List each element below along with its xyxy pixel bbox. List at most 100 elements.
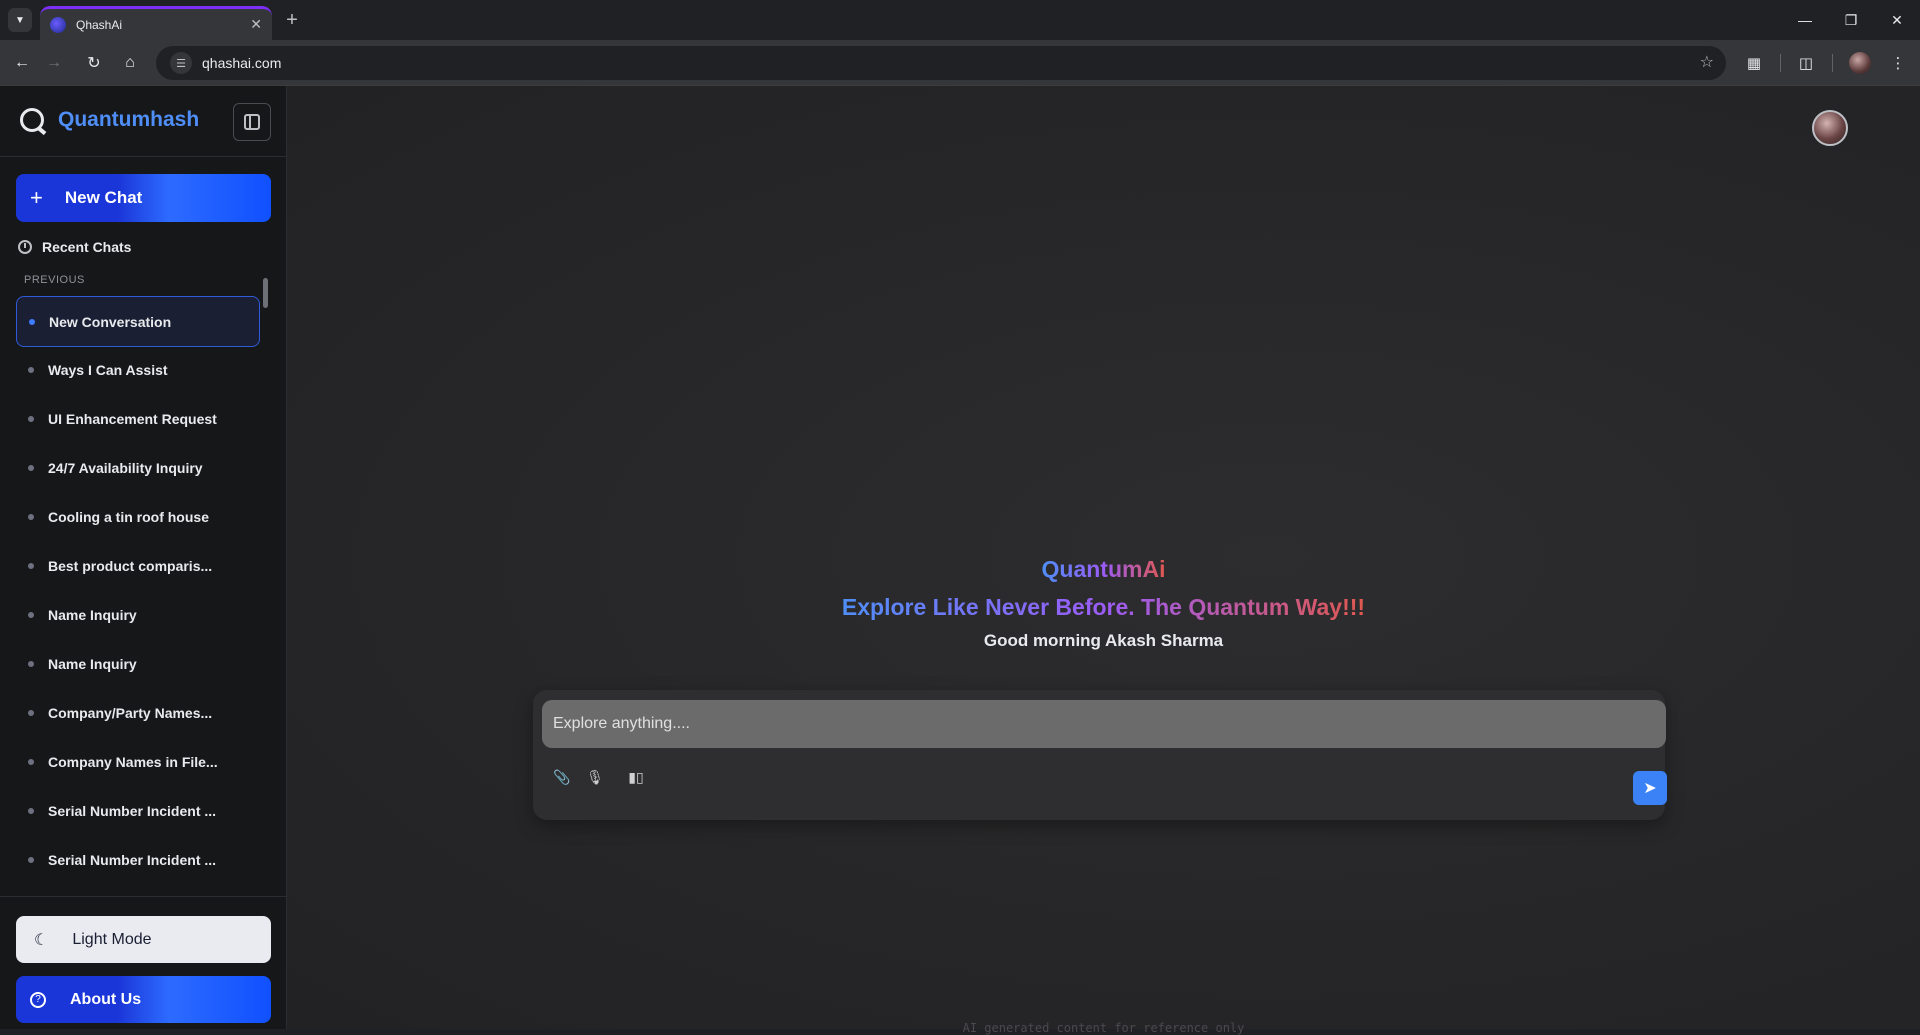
reading-list-button[interactable]: ◫: [1792, 49, 1820, 77]
chat-item[interactable]: Serial Number Incident ...: [16, 786, 260, 835]
new-chat-button[interactable]: + New Chat: [16, 174, 271, 222]
footer-disclaimer: AI generated content for reference only: [962, 1021, 1245, 1035]
minimize-icon: —: [1798, 12, 1812, 28]
site-info-icon[interactable]: ☰: [170, 52, 192, 74]
bullet-dot-icon: [28, 709, 34, 716]
chat-item[interactable]: Company Names in File...: [16, 737, 260, 786]
greeting: Good morning Akash Sharma: [983, 631, 1224, 650]
home-icon: ⌂: [125, 54, 135, 71]
collapse-sidebar-button[interactable]: [233, 103, 271, 141]
arrow-right-icon: →: [46, 54, 62, 71]
close-window-button[interactable]: ✕: [1874, 0, 1920, 40]
help-circle-icon: ?: [30, 991, 46, 1008]
extensions-button[interactable]: ▦: [1740, 49, 1768, 77]
arrow-left-icon: ←: [14, 54, 30, 71]
home-button[interactable]: ⌂: [116, 49, 144, 77]
chevron-down-icon: ▼: [15, 14, 25, 26]
browser-menu-button[interactable]: ⋮: [1884, 49, 1912, 77]
bullet-dot-icon: [28, 660, 34, 667]
brand[interactable]: Quantumhash: [20, 108, 199, 132]
sidebar: Quantumhash + New Chat Recent Chats PREV…: [0, 86, 287, 1029]
paperclip-icon[interactable]: 📎: [551, 766, 573, 788]
chat-item-label: Best product comparis...: [48, 557, 213, 574]
chat-item-label: Ways I Can Assist: [48, 361, 168, 378]
restore-button[interactable]: ❐: [1828, 0, 1874, 40]
reload-button[interactable]: ↻: [80, 49, 108, 77]
sidebar-divider: [0, 156, 287, 157]
app-root: Quantumhash + New Chat Recent Chats PREV…: [0, 86, 1920, 1035]
chat-item[interactable]: Serial Number Incident ...: [16, 835, 260, 884]
quantumhash-logo-icon: [20, 108, 44, 132]
chat-item[interactable]: UI Enhancement Request: [16, 394, 260, 443]
bullet-dot-icon: [29, 318, 35, 325]
reload-icon: ↻: [87, 55, 101, 72]
chat-item[interactable]: Name Inquiry: [16, 639, 260, 688]
hero-tagline-text: Explore Like Never Before. The Quantum W…: [841, 594, 1366, 620]
brand-name: Quantumhash: [58, 108, 200, 131]
new-tab-button[interactable]: +: [280, 8, 304, 32]
forward-button[interactable]: →: [40, 49, 68, 77]
new-chat-label: New Chat: [64, 188, 143, 207]
address-bar[interactable]: ☰ qhashai.com ☆: [156, 46, 1726, 80]
tab-search-button[interactable]: ▼: [8, 8, 32, 32]
send-icon: ➤: [1643, 780, 1657, 797]
chat-list-scrollbar[interactable]: [263, 278, 268, 308]
chat-item[interactable]: New Conversation: [16, 296, 260, 347]
chat-item[interactable]: Cooling a tin roof house: [16, 492, 260, 541]
sidebar-toggle-icon: [244, 114, 260, 130]
main-area: QuantumAi Explore Like Never Before. The…: [287, 86, 1920, 1035]
audio-waveform-icon[interactable]: ▮▯: [625, 766, 647, 788]
chat-list: New Conversation Ways I Can Assist UI Enha…: [16, 296, 260, 896]
chat-item[interactable]: Name Inquiry: [16, 590, 260, 639]
chat-item[interactable]: Ways I Can Assist: [16, 345, 260, 394]
user-avatar[interactable]: [1812, 110, 1848, 146]
hero-title: QuantumAi: [287, 556, 1920, 583]
toolbar-divider: [1780, 54, 1781, 72]
plus-icon: +: [30, 185, 43, 210]
chat-item-label: New Conversation: [49, 313, 172, 330]
hero-tagline: Explore Like Never Before. The Quantum W…: [287, 594, 1920, 621]
browser-tabstrip: ▼ QhashAi ✕ + — ❐ ✕: [0, 0, 1920, 40]
chat-item[interactable]: Company/Party Names...: [16, 688, 260, 737]
bookmark-star-icon[interactable]: ☆: [1700, 52, 1714, 72]
about-us-button[interactable]: ? About Us: [16, 976, 271, 1023]
profile-button[interactable]: [1846, 49, 1874, 77]
bullet-dot-icon: [28, 611, 34, 618]
close-tab-icon[interactable]: ✕: [250, 16, 262, 33]
chat-item-label: Name Inquiry: [48, 606, 137, 623]
toolbar-divider: [1832, 54, 1833, 72]
bullet-dot-icon: [28, 415, 34, 422]
send-button[interactable]: ➤: [1633, 771, 1667, 805]
back-button[interactable]: ←: [8, 49, 36, 77]
minimize-button[interactable]: —: [1782, 0, 1828, 40]
microphone-icon[interactable]: 🎙: [584, 766, 606, 788]
chat-composer: 📎 🎙 ▮▯ ➤: [533, 690, 1667, 820]
chat-item-label: 24/7 Availability Inquiry: [48, 459, 203, 476]
bullet-dot-icon: [28, 562, 34, 569]
chat-item[interactable]: 24/7 Availability Inquiry: [16, 443, 260, 492]
chat-item-label: Cooling a tin roof house: [48, 508, 209, 525]
light-mode-label: Light Mode: [72, 930, 152, 948]
section-label-previous: PREVIOUS: [24, 274, 85, 286]
bullet-dot-icon: [28, 366, 34, 373]
bullet-dot-icon: [28, 758, 34, 765]
favicon-icon: [50, 16, 66, 33]
chat-item-label: Name Inquiry: [48, 655, 137, 672]
sidebar-divider: [0, 896, 287, 897]
chat-item[interactable]: Best product comparis...: [16, 541, 260, 590]
chat-item-label: UI Enhancement Request: [48, 410, 217, 427]
bullet-dot-icon: [28, 513, 34, 520]
hero-title-text: QuantumAi: [1041, 556, 1166, 582]
history-icon: [18, 240, 32, 254]
bullet-dot-icon: [28, 856, 34, 863]
chat-item-label: Company Names in File...: [48, 753, 218, 770]
bullet-dot-icon: [28, 464, 34, 471]
light-mode-button[interactable]: ☾ Light Mode: [16, 916, 271, 963]
browser-tab[interactable]: QhashAi ✕: [40, 6, 272, 40]
reading-list-icon: ◫: [1798, 55, 1814, 72]
chat-input[interactable]: [542, 700, 1666, 748]
moon-icon: ☾: [34, 931, 49, 949]
plus-icon: +: [286, 8, 298, 31]
recent-chats-header: Recent Chats: [18, 239, 131, 255]
tab-title: QhashAi: [76, 17, 123, 32]
